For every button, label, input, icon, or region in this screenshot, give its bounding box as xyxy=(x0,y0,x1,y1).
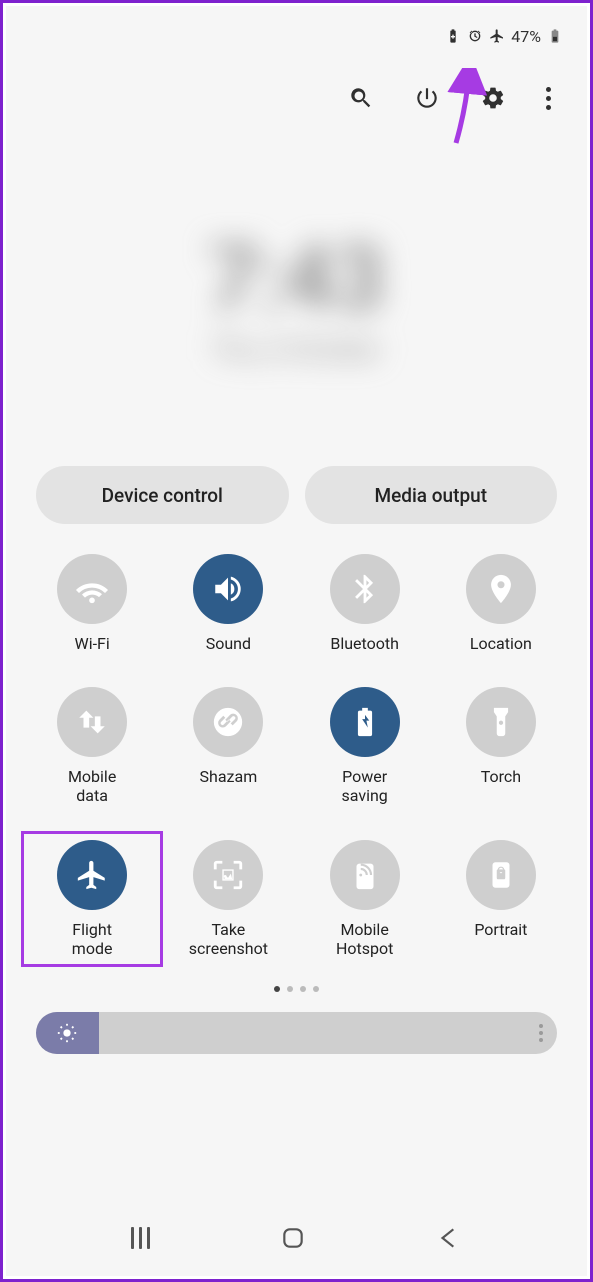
wifi-icon xyxy=(75,572,109,606)
portrait-icon xyxy=(484,858,518,892)
tile-power-saving-label: Power saving xyxy=(315,767,415,805)
page-indicator xyxy=(6,986,587,992)
tile-torch-label: Torch xyxy=(451,767,551,786)
tile-hotspot-label: Mobile Hotspot xyxy=(315,920,415,958)
airplane-icon xyxy=(489,28,505,44)
shazam-icon xyxy=(211,705,245,739)
power-saving-icon xyxy=(348,705,382,739)
tile-sound[interactable]: Sound xyxy=(160,554,296,653)
clock-area: 7:43 Thu, 6 October xyxy=(6,130,587,460)
tile-portrait[interactable]: Portrait xyxy=(433,840,569,958)
nav-recents-button[interactable] xyxy=(131,1227,150,1249)
quick-settings-grid: Wi-Fi Sound Bluetooth Location Mobile da… xyxy=(6,524,587,968)
bluetooth-icon xyxy=(348,572,382,606)
brightness-more-icon[interactable] xyxy=(539,1024,543,1042)
screenshot-icon xyxy=(211,858,245,892)
media-output-button[interactable]: Media output xyxy=(305,466,558,524)
battery-icon xyxy=(547,28,563,44)
tile-power-saving[interactable]: Power saving xyxy=(297,687,433,805)
mobile-data-icon xyxy=(75,705,109,739)
sound-icon xyxy=(211,572,245,606)
tile-wifi[interactable]: Wi-Fi xyxy=(24,554,160,653)
tile-location[interactable]: Location xyxy=(433,554,569,653)
tile-sound-label: Sound xyxy=(178,634,278,653)
airplane-icon xyxy=(75,858,109,892)
tile-location-label: Location xyxy=(451,634,551,653)
tile-mobile-data-label: Mobile data xyxy=(42,767,142,805)
location-icon xyxy=(484,572,518,606)
search-icon[interactable] xyxy=(348,85,374,111)
clock-date: Thu, 6 October xyxy=(212,335,381,365)
hotspot-icon xyxy=(348,858,382,892)
tile-mobile-data[interactable]: Mobile data xyxy=(24,687,160,805)
status-bar: 47% xyxy=(6,6,587,66)
more-icon[interactable] xyxy=(546,87,551,110)
settings-icon[interactable] xyxy=(480,85,506,111)
torch-icon xyxy=(484,705,518,739)
top-buttons-row: Device control Media output xyxy=(6,466,587,524)
nav-home-button[interactable] xyxy=(280,1225,306,1251)
tile-wifi-label: Wi-Fi xyxy=(42,634,142,653)
brightness-slider[interactable] xyxy=(36,1012,557,1054)
clock-time: 7:43 xyxy=(208,226,385,331)
alarm-icon xyxy=(467,28,483,44)
tile-hotspot[interactable]: Mobile Hotspot xyxy=(297,840,433,958)
tile-screenshot[interactable]: Take screenshot xyxy=(160,840,296,958)
tile-shazam-label: Shazam xyxy=(178,767,278,786)
nav-bar xyxy=(6,1208,587,1268)
tile-screenshot-label: Take screenshot xyxy=(178,920,278,958)
tile-bluetooth-label: Bluetooth xyxy=(315,634,415,653)
tile-bluetooth[interactable]: Bluetooth xyxy=(297,554,433,653)
battery-percent: 47% xyxy=(511,27,541,46)
tile-torch[interactable]: Torch xyxy=(433,687,569,805)
brightness-icon xyxy=(56,1022,78,1044)
device-control-button[interactable]: Device control xyxy=(36,466,289,524)
nav-back-button[interactable] xyxy=(436,1225,462,1251)
power-icon[interactable] xyxy=(414,85,440,111)
tile-flight-mode[interactable]: Flight mode xyxy=(21,831,163,967)
tile-portrait-label: Portrait xyxy=(451,920,551,939)
header-actions xyxy=(6,66,587,130)
battery-saver-icon xyxy=(445,28,461,44)
tile-shazam[interactable]: Shazam xyxy=(160,687,296,805)
tile-flight-mode-label: Flight mode xyxy=(42,920,142,958)
